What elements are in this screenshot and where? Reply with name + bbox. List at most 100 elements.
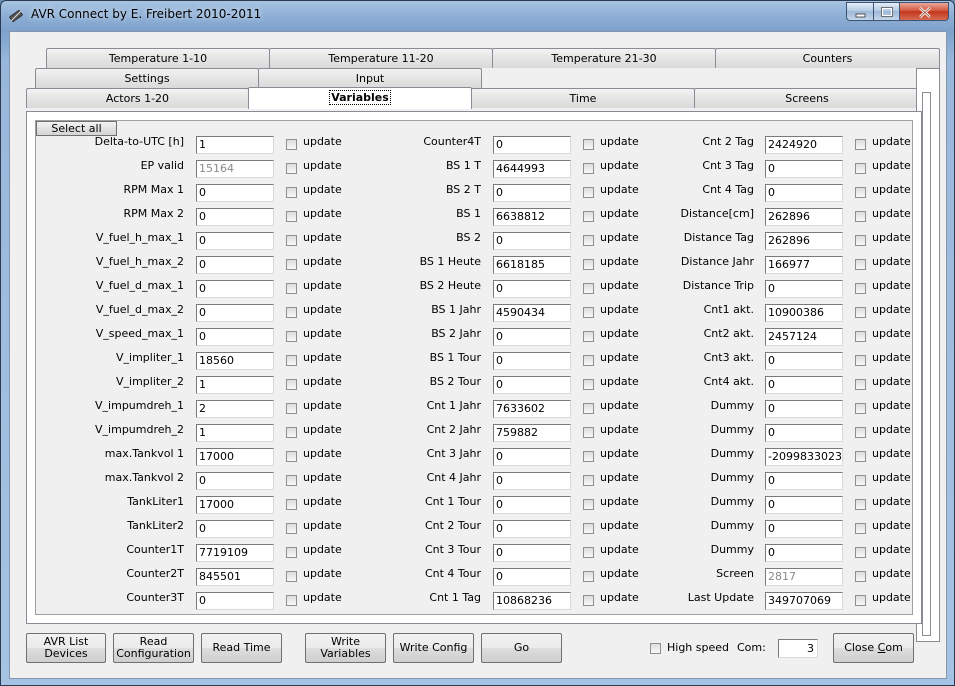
update-checkbox[interactable] <box>855 187 866 198</box>
variable-value-input[interactable]: 0 <box>493 568 571 586</box>
update-checkbox[interactable] <box>583 451 594 462</box>
update-checkbox[interactable] <box>286 283 297 294</box>
variable-value-input[interactable]: 0 <box>765 424 843 442</box>
update-checkbox[interactable] <box>286 571 297 582</box>
update-checkbox[interactable] <box>583 547 594 558</box>
update-checkbox[interactable] <box>855 571 866 582</box>
variable-value-input[interactable]: 17000 <box>196 448 274 466</box>
update-checkbox[interactable] <box>855 595 866 606</box>
update-checkbox[interactable] <box>286 355 297 366</box>
variable-value-input[interactable]: 0 <box>196 520 274 538</box>
update-checkbox[interactable] <box>286 331 297 342</box>
update-checkbox[interactable] <box>583 211 594 222</box>
variable-value-input[interactable]: 0 <box>765 352 843 370</box>
high-speed-checkbox[interactable] <box>650 643 661 654</box>
update-checkbox[interactable] <box>583 163 594 174</box>
variable-value-input[interactable]: 262896 <box>765 208 843 226</box>
update-checkbox[interactable] <box>855 499 866 510</box>
tab-screens[interactable]: Screens <box>694 88 920 108</box>
variable-value-input[interactable]: 1 <box>196 376 274 394</box>
update-checkbox[interactable] <box>286 595 297 606</box>
variable-value-input[interactable]: 0 <box>765 160 843 178</box>
variable-value-input[interactable]: 0 <box>493 496 571 514</box>
tab-time[interactable]: Time <box>471 88 695 108</box>
update-checkbox[interactable] <box>286 547 297 558</box>
variable-value-input[interactable]: 0 <box>765 544 843 562</box>
variable-value-input[interactable]: 0 <box>493 448 571 466</box>
write-config-button[interactable]: Write Config <box>393 633 474 663</box>
variable-value-input[interactable]: 0 <box>493 520 571 538</box>
variable-value-input[interactable]: 2817 <box>765 568 843 586</box>
maximize-button[interactable] <box>873 2 900 21</box>
go-button[interactable]: Go <box>481 633 562 663</box>
update-checkbox[interactable] <box>583 259 594 270</box>
variable-value-input[interactable]: 845501 <box>196 568 274 586</box>
variable-value-input[interactable]: 0 <box>765 184 843 202</box>
update-checkbox[interactable] <box>855 307 866 318</box>
update-checkbox[interactable] <box>855 355 866 366</box>
update-checkbox[interactable] <box>286 307 297 318</box>
tab-actors-1-20[interactable]: Actors 1-20 <box>26 88 249 108</box>
variable-value-input[interactable]: 15164 <box>196 160 274 178</box>
com-port-input[interactable]: 3 <box>778 639 818 658</box>
update-checkbox[interactable] <box>583 355 594 366</box>
update-checkbox[interactable] <box>855 475 866 486</box>
update-checkbox[interactable] <box>286 403 297 414</box>
update-checkbox[interactable] <box>286 235 297 246</box>
update-checkbox[interactable] <box>855 235 866 246</box>
update-checkbox[interactable] <box>855 139 866 150</box>
update-checkbox[interactable] <box>855 547 866 558</box>
variable-value-input[interactable]: 0 <box>765 472 843 490</box>
update-checkbox[interactable] <box>583 475 594 486</box>
update-checkbox[interactable] <box>855 283 866 294</box>
variable-value-input[interactable]: 6638812 <box>493 208 571 226</box>
variable-value-input[interactable]: 0 <box>493 376 571 394</box>
variable-value-input[interactable]: 10900386 <box>765 304 843 322</box>
update-checkbox[interactable] <box>855 259 866 270</box>
update-checkbox[interactable] <box>583 523 594 534</box>
minimize-button[interactable] <box>846 2 874 21</box>
update-checkbox[interactable] <box>583 403 594 414</box>
variable-value-input[interactable]: 0 <box>493 280 571 298</box>
update-checkbox[interactable] <box>855 379 866 390</box>
update-checkbox[interactable] <box>583 427 594 438</box>
update-checkbox[interactable] <box>583 499 594 510</box>
update-checkbox[interactable] <box>583 139 594 150</box>
variable-value-input[interactable]: 2 <box>196 400 274 418</box>
update-checkbox[interactable] <box>855 403 866 414</box>
update-checkbox[interactable] <box>855 451 866 462</box>
update-checkbox[interactable] <box>286 139 297 150</box>
variable-value-input[interactable]: 0 <box>493 472 571 490</box>
title-bar[interactable]: AVR Connect by E. Freibert 2010-2011 <box>1 1 954 30</box>
update-checkbox[interactable] <box>583 235 594 246</box>
variable-value-input[interactable]: 0 <box>493 184 571 202</box>
variable-value-input[interactable]: 1 <box>196 424 274 442</box>
variable-value-input[interactable]: 0 <box>196 232 274 250</box>
variable-value-input[interactable]: 10868236 <box>493 592 571 610</box>
update-checkbox[interactable] <box>286 187 297 198</box>
variable-value-input[interactable]: 0 <box>765 520 843 538</box>
variable-value-input[interactable]: 0 <box>765 376 843 394</box>
tab-input[interactable]: Input <box>258 68 482 88</box>
update-checkbox[interactable] <box>583 571 594 582</box>
variable-value-input[interactable]: 7633602 <box>493 400 571 418</box>
read-configuration-button[interactable]: Read Configuration <box>113 633 194 663</box>
variable-value-input[interactable]: 0 <box>196 184 274 202</box>
variable-value-input[interactable]: 0 <box>765 280 843 298</box>
variable-value-input[interactable]: 0 <box>493 136 571 154</box>
variable-value-input[interactable]: 18560 <box>196 352 274 370</box>
update-checkbox[interactable] <box>855 427 866 438</box>
avr-list-devices-button[interactable]: AVR List Devices <box>26 633 106 663</box>
variable-value-input[interactable]: 0 <box>493 328 571 346</box>
variable-value-input[interactable]: 2457124 <box>765 328 843 346</box>
select-all-button[interactable]: Select all <box>36 121 117 136</box>
variable-value-input[interactable]: 17000 <box>196 496 274 514</box>
update-checkbox[interactable] <box>855 523 866 534</box>
update-checkbox[interactable] <box>855 211 866 222</box>
read-time-button[interactable]: Read Time <box>201 633 282 663</box>
variable-value-input[interactable]: 1 <box>196 136 274 154</box>
variable-value-input[interactable]: 349707069 <box>765 592 843 610</box>
tab-settings[interactable]: Settings <box>35 68 259 88</box>
variable-value-input[interactable]: 0 <box>493 352 571 370</box>
write-variables-button[interactable]: Write Variables <box>305 633 386 663</box>
